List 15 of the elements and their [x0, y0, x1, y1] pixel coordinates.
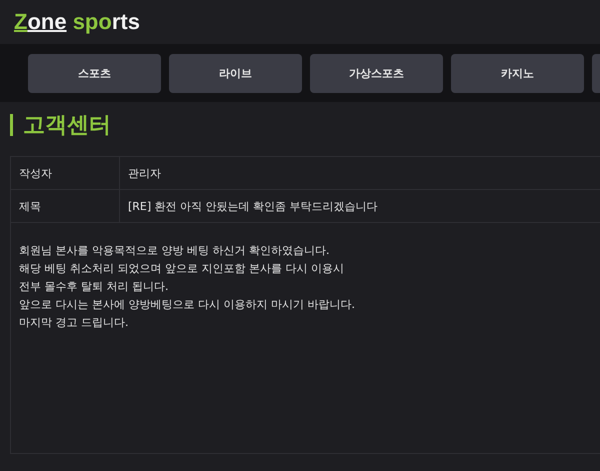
field-label: 작성자 — [11, 157, 120, 189]
nav-button[interactable]: 스포츠 — [28, 54, 161, 92]
page-title: 고객센터 — [23, 112, 111, 140]
message-line: 해당 베팅 취소처리 되었으며 앞으로 지인포함 본사를 다시 이용시 — [19, 261, 345, 276]
nav-button[interactable]: 가상스포츠 — [310, 54, 443, 92]
nav-button[interactable]: 라이브 — [169, 54, 302, 92]
message-line: 회원님 본사를 악용목적으로 양방 베팅 하신거 확인하였습니다. — [19, 243, 330, 258]
message-line: 앞으로 다시는 본사에 양방베팅으로 다시 이용하지 마시기 바랍니다. — [19, 297, 356, 312]
nav-button[interactable]: 카지노 — [451, 54, 584, 92]
message-line: 마지막 경고 드립니다. — [19, 315, 130, 330]
field-value: [RE] 환전 아직 안됬는데 확인좀 부탁드리겠습니다 — [127, 198, 378, 214]
field-label: 제목 — [11, 190, 120, 222]
message-line: 전부 몰수후 탈퇴 처리 됩니다. — [19, 279, 170, 294]
field-value: 관리자 — [127, 166, 161, 182]
logo[interactable]: Zone sports — [14, 9, 140, 35]
